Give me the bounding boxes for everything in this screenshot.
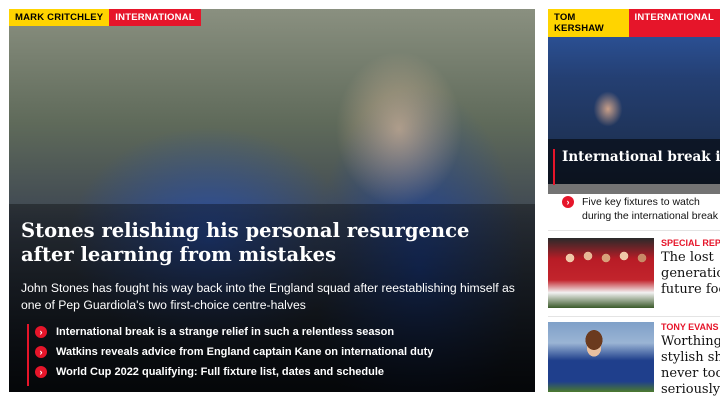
related-link-text[interactable]: Watkins reveals advice from England capt…: [56, 346, 433, 358]
featured-divider: [553, 149, 555, 185]
category-tag[interactable]: INTERNATIONAL: [109, 9, 201, 26]
card-label: TONY EVANS: [661, 322, 719, 332]
card-label: SPECIAL REPORT: [661, 238, 720, 248]
right-column: TOM KERSHAW INTERNATIONAL International …: [548, 9, 720, 405]
featured-related-link[interactable]: › Five key fixtures to watch during the …: [562, 195, 720, 223]
hero-tags: MARK CRITCHLEY INTERNATIONAL: [9, 9, 201, 26]
story-card[interactable]: SPECIAL REPORT The lost generation and f…: [548, 238, 720, 310]
related-link[interactable]: › Watkins reveals advice from England ca…: [35, 342, 433, 362]
divider: [548, 316, 720, 317]
hero-summary: John Stones has fought his way back into…: [21, 281, 515, 312]
card-thumbnail[interactable]: [548, 322, 654, 392]
related-link-text[interactable]: World Cup 2022 qualifying: Full fixture …: [56, 366, 384, 378]
category-tag[interactable]: INTERNATIONAL: [628, 9, 720, 37]
related-divider: [27, 324, 29, 386]
author-tag[interactable]: TOM KERSHAW: [548, 9, 629, 37]
hero-story[interactable]: MARK CRITCHLEY INTERNATIONAL Stones reli…: [9, 9, 535, 392]
card-title[interactable]: The lost generation and future football: [661, 250, 720, 298]
hero-headline[interactable]: Stones relishing his personal resurgence…: [21, 219, 491, 267]
news-page: MARK CRITCHLEY INTERNATIONAL Stones reli…: [0, 0, 720, 405]
card-title[interactable]: Worthington's stylish show never took it…: [661, 334, 720, 398]
divider: [548, 230, 720, 231]
related-link[interactable]: › International break is a strange relie…: [35, 322, 433, 342]
related-link-text[interactable]: International break is a strange relief …: [56, 326, 394, 338]
chevron-right-icon: ›: [35, 346, 47, 358]
featured-tags: TOM KERSHAW INTERNATIONAL: [548, 9, 720, 37]
author-tag[interactable]: MARK CRITCHLEY: [9, 9, 110, 26]
chevron-right-icon: ›: [562, 196, 574, 208]
related-links: › International break is a strange relie…: [35, 322, 433, 382]
chevron-right-icon: ›: [35, 326, 47, 338]
featured-related-text[interactable]: Five key fixtures to watch during the in…: [582, 195, 720, 223]
chevron-right-icon: ›: [35, 366, 47, 378]
card-thumbnail[interactable]: [548, 238, 654, 308]
featured-headline[interactable]: International break is a strange relief …: [562, 149, 720, 166]
related-link[interactable]: › World Cup 2022 qualifying: Full fixtur…: [35, 362, 433, 382]
story-card[interactable]: TONY EVANS Worthington's stylish show ne…: [548, 322, 720, 397]
